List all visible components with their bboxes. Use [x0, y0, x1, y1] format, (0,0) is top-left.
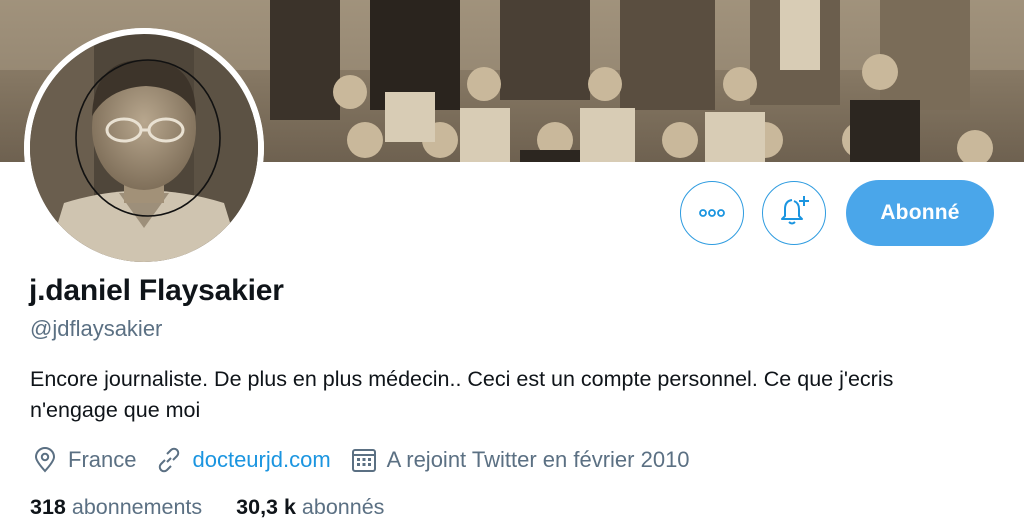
profile-meta: France docteurjd.com A rejoint Twitter e… — [30, 443, 708, 477]
website-link[interactable]: docteurjd.com — [192, 447, 330, 473]
followers-label: abonnés — [301, 495, 385, 519]
joined-item: A rejoint Twitter en février 2010 — [349, 445, 690, 475]
user-handle: @jdflaysakier — [30, 316, 163, 341]
map-pin-icon — [30, 445, 60, 475]
following-button[interactable]: Abonné — [846, 180, 994, 246]
more-dots-icon — [699, 204, 725, 222]
notifications-button[interactable] — [762, 181, 826, 245]
calendar-icon — [349, 445, 379, 475]
profile-page: Abonné j.daniel Flaysakier @jdflaysakier… — [0, 0, 1024, 527]
joined-date-text: A rejoint Twitter en février 2010 — [386, 447, 690, 472]
following-count: 318 — [30, 495, 72, 519]
bell-plus-icon — [777, 194, 811, 233]
location-text: France — [68, 447, 137, 472]
following-label: abonnements — [71, 495, 203, 519]
location-item: France — [30, 445, 136, 475]
more-options-button[interactable] — [680, 181, 744, 245]
following-stat[interactable]: 318 abonnements — [30, 495, 202, 520]
followers-count: 30,3 k — [236, 495, 302, 519]
follow-stats: 318 abonnements 30,3 k abonnés — [30, 495, 418, 520]
website-item: docteurjd.com — [154, 445, 331, 475]
link-icon — [154, 445, 184, 475]
display-name: j.daniel Flaysakier — [29, 274, 284, 307]
followers-stat[interactable]: 30,3 k abonnés — [236, 495, 384, 520]
profile-avatar[interactable] — [24, 28, 264, 268]
profile-bio: Encore journaliste. De plus en plus méde… — [30, 367, 894, 422]
